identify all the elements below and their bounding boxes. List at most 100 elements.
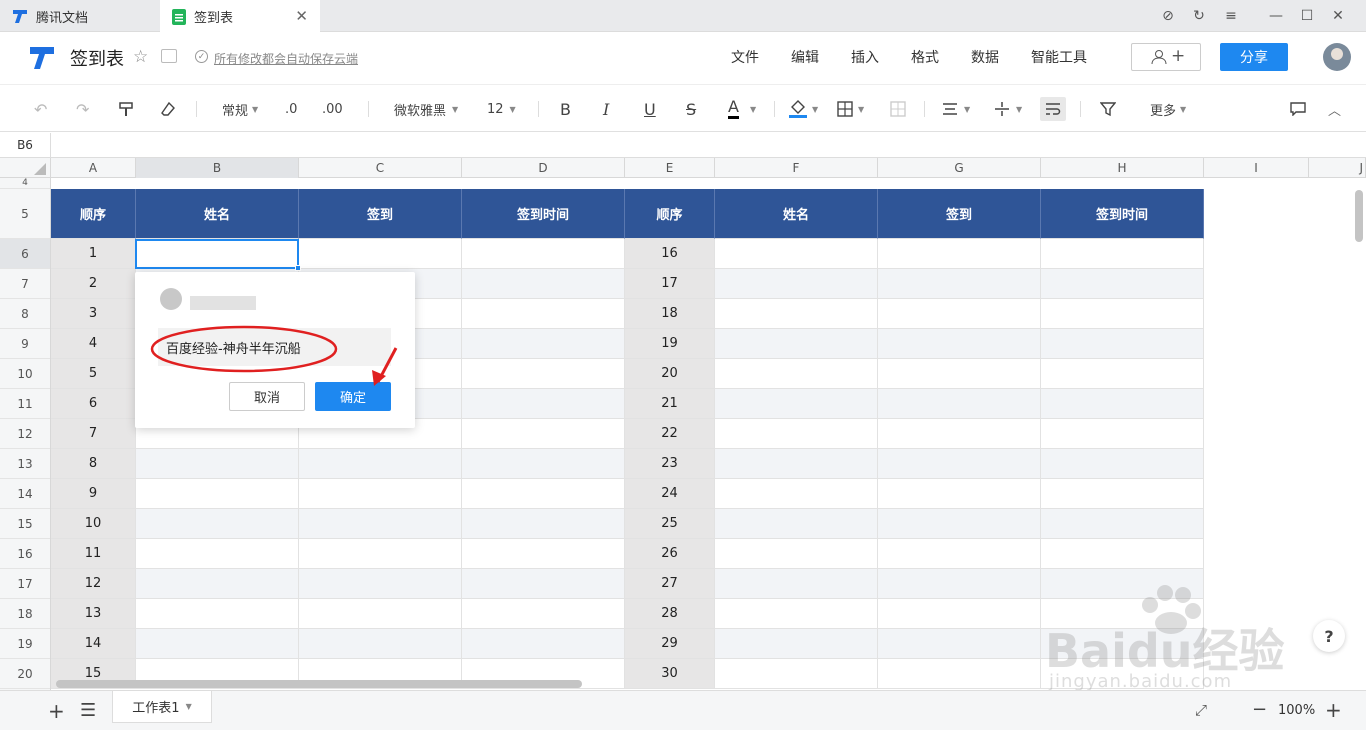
table-cell[interactable] (462, 419, 625, 449)
table-header-cell[interactable]: 签到时间 (1041, 189, 1204, 239)
order-cell[interactable]: 18 (625, 299, 715, 329)
row-header[interactable]: 17 (0, 569, 50, 599)
sheet-tab[interactable]: 工作表1 ▼ (112, 691, 212, 723)
column-header-b[interactable]: B (136, 158, 299, 178)
table-cell[interactable] (299, 569, 462, 599)
table-cell[interactable] (878, 329, 1041, 359)
table-cell[interactable] (715, 449, 878, 479)
order-cell[interactable]: 3 (51, 299, 136, 329)
collapse-toolbar-icon[interactable]: ︿ (1328, 97, 1341, 121)
strikethrough-button[interactable]: S (686, 97, 696, 121)
table-cell[interactable] (878, 449, 1041, 479)
order-cell[interactable]: 1 (51, 239, 136, 269)
table-cell[interactable] (299, 509, 462, 539)
table-cell[interactable] (715, 629, 878, 659)
table-cell[interactable] (462, 239, 625, 269)
bold-button[interactable]: B (560, 97, 571, 121)
horizontal-scrollbar[interactable] (56, 680, 582, 688)
chevron-down-icon[interactable]: ▼ (750, 97, 756, 121)
table-cell[interactable] (878, 629, 1041, 659)
table-cell[interactable] (299, 239, 462, 269)
menu-smart-tools[interactable]: 智能工具 (1031, 47, 1087, 67)
table-header-cell[interactable]: 顺序 (51, 189, 136, 239)
column-header-i[interactable]: I (1204, 158, 1309, 178)
close-tab-icon[interactable]: ✕ (295, 7, 308, 25)
table-cell[interactable] (462, 539, 625, 569)
table-cell[interactable] (462, 329, 625, 359)
zoom-out-icon[interactable]: − (1252, 699, 1267, 720)
table-cell[interactable] (1041, 389, 1204, 419)
column-header-f[interactable]: F (715, 158, 878, 178)
menu-file[interactable]: 文件 (731, 47, 759, 67)
table-cell[interactable] (462, 479, 625, 509)
table-cell[interactable] (878, 239, 1041, 269)
table-header-cell[interactable]: 姓名 (715, 189, 878, 239)
order-cell[interactable]: 11 (51, 539, 136, 569)
table-cell[interactable] (299, 599, 462, 629)
row-header[interactable]: 13 (0, 449, 50, 479)
table-cell[interactable] (715, 659, 878, 689)
row-header[interactable]: 6 (0, 239, 50, 269)
wrap-text-icon[interactable] (1040, 97, 1066, 121)
table-cell[interactable] (299, 479, 462, 509)
order-cell[interactable]: 17 (625, 269, 715, 299)
clear-format-icon[interactable] (160, 97, 176, 121)
column-header-j[interactable]: J (1309, 158, 1366, 178)
undo-icon[interactable]: ↶ (34, 97, 47, 121)
compass-icon[interactable]: ⊘ (1158, 6, 1178, 26)
table-cell[interactable] (878, 269, 1041, 299)
row-header[interactable]: 11 (0, 389, 50, 419)
table-cell[interactable] (1041, 299, 1204, 329)
order-cell[interactable]: 6 (51, 389, 136, 419)
table-cell[interactable] (715, 239, 878, 269)
move-folder-icon[interactable] (161, 49, 177, 63)
column-header-a[interactable]: A (51, 158, 136, 178)
table-cell[interactable] (1041, 419, 1204, 449)
row-header[interactable]: 5 (0, 189, 50, 239)
order-cell[interactable]: 10 (51, 509, 136, 539)
font-family-dropdown[interactable]: 微软雅黑 ▼ (394, 97, 458, 121)
table-cell[interactable] (715, 389, 878, 419)
fullscreen-icon[interactable]: ⤢ (1195, 701, 1207, 719)
tab-sign-in-sheet[interactable]: 签到表 ✕ (160, 0, 320, 33)
order-cell[interactable]: 8 (51, 449, 136, 479)
row-header[interactable]: 10 (0, 359, 50, 389)
row-header[interactable]: 9 (0, 329, 50, 359)
decrease-decimal-button[interactable]: .0 (285, 97, 297, 121)
table-cell[interactable] (1041, 269, 1204, 299)
table-cell[interactable] (136, 479, 299, 509)
table-cell[interactable] (1041, 509, 1204, 539)
order-cell[interactable]: 26 (625, 539, 715, 569)
order-cell[interactable]: 30 (625, 659, 715, 689)
italic-button[interactable]: I (603, 97, 609, 121)
table-cell[interactable] (299, 629, 462, 659)
table-cell[interactable] (1041, 479, 1204, 509)
fill-color-icon[interactable] (789, 97, 807, 121)
order-cell[interactable]: 16 (625, 239, 715, 269)
redo-icon[interactable]: ↷ (76, 97, 89, 121)
invite-collaborator-button[interactable]: + (1131, 43, 1201, 71)
table-cell[interactable] (462, 389, 625, 419)
table-cell[interactable] (715, 599, 878, 629)
table-cell[interactable] (878, 509, 1041, 539)
table-cell[interactable] (462, 509, 625, 539)
sheet-list-icon[interactable]: ☰ (80, 700, 96, 721)
table-cell[interactable] (878, 359, 1041, 389)
order-cell[interactable]: 9 (51, 479, 136, 509)
formula-input[interactable] (52, 133, 1366, 157)
chevron-down-icon[interactable]: ▼ (812, 97, 818, 121)
order-cell[interactable]: 12 (51, 569, 136, 599)
table-cell[interactable] (462, 599, 625, 629)
order-cell[interactable]: 13 (51, 599, 136, 629)
row-header[interactable]: 18 (0, 599, 50, 629)
menu-format[interactable]: 格式 (911, 47, 939, 67)
select-all-corner[interactable] (0, 158, 51, 178)
zoom-in-icon[interactable]: + (1325, 698, 1342, 722)
menu-data[interactable]: 数据 (971, 47, 999, 67)
comment-icon[interactable] (1290, 97, 1306, 121)
table-cell[interactable] (1041, 449, 1204, 479)
table-cell[interactable] (715, 329, 878, 359)
number-format-dropdown[interactable]: 常规 ▼ (222, 97, 258, 121)
order-cell[interactable]: 19 (625, 329, 715, 359)
vertical-align-icon[interactable] (994, 97, 1010, 121)
